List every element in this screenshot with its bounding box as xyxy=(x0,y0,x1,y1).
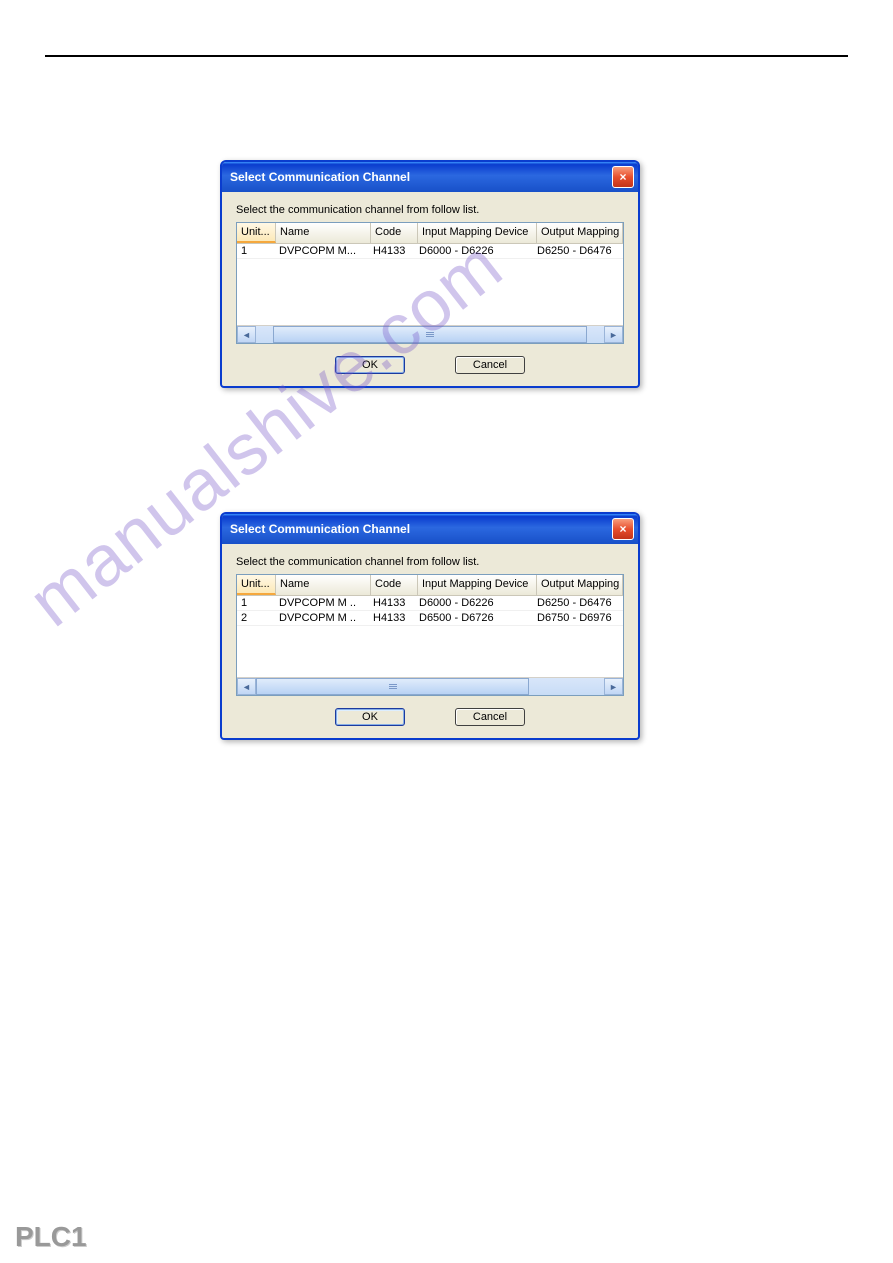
list-item[interactable]: 2 DVPCOPM M .. H4133 D6500 - D6726 D6750… xyxy=(237,611,623,626)
instruction-label: Select the communication channel from fo… xyxy=(236,204,624,216)
col-header-name[interactable]: Name xyxy=(276,575,371,595)
scroll-track[interactable] xyxy=(256,326,604,343)
ok-button[interactable]: OK xyxy=(335,356,405,374)
channel-list[interactable]: Unit... Name Code Input Mapping Device O… xyxy=(236,574,624,696)
cell-input: D6000 - D6226 xyxy=(415,244,533,258)
col-header-unit[interactable]: Unit... xyxy=(237,575,276,595)
chevron-left-icon: ◄ xyxy=(242,682,251,692)
col-header-output[interactable]: Output Mapping De xyxy=(537,575,623,595)
channel-list[interactable]: Unit... Name Code Input Mapping Device O… xyxy=(236,222,624,344)
list-item[interactable]: 1 DVPCOPM M... H4133 D6000 - D6226 D6250… xyxy=(237,244,623,259)
cell-name: DVPCOPM M .. xyxy=(275,611,369,625)
scroll-thumb[interactable] xyxy=(256,678,529,695)
chevron-left-icon: ◄ xyxy=(242,330,251,340)
cell-unit: 1 xyxy=(237,596,275,610)
ok-button[interactable]: OK xyxy=(335,708,405,726)
plc-logo: PLC1 xyxy=(15,1221,87,1253)
cell-unit: 2 xyxy=(237,611,275,625)
window-title: Select Communication Channel xyxy=(230,170,612,184)
chevron-right-icon: ► xyxy=(609,330,618,340)
close-icon: × xyxy=(619,170,626,184)
close-button[interactable]: × xyxy=(612,518,634,540)
col-header-input[interactable]: Input Mapping Device xyxy=(418,575,537,595)
list-header: Unit... Name Code Input Mapping Device O… xyxy=(237,223,623,244)
close-icon: × xyxy=(619,522,626,536)
cell-output: D6250 - D6476 xyxy=(533,244,623,258)
cell-code: H4133 xyxy=(369,611,415,625)
scroll-right-button[interactable]: ► xyxy=(604,326,623,343)
scroll-track[interactable] xyxy=(256,678,604,695)
col-header-unit[interactable]: Unit... xyxy=(237,223,276,243)
col-header-input[interactable]: Input Mapping Device xyxy=(418,223,537,243)
col-header-code[interactable]: Code xyxy=(371,575,418,595)
cell-code: H4133 xyxy=(369,244,415,258)
col-header-code[interactable]: Code xyxy=(371,223,418,243)
cell-name: DVPCOPM M .. xyxy=(275,596,369,610)
window-title: Select Communication Channel xyxy=(230,522,612,536)
cell-unit: 1 xyxy=(237,244,275,258)
page-rule xyxy=(45,55,848,57)
chevron-right-icon: ► xyxy=(609,682,618,692)
scroll-left-button[interactable]: ◄ xyxy=(237,326,256,343)
scroll-right-button[interactable]: ► xyxy=(604,678,623,695)
titlebar[interactable]: Select Communication Channel × xyxy=(222,514,638,544)
communication-dialog-1: Select Communication Channel × Select th… xyxy=(220,160,640,388)
col-header-name[interactable]: Name xyxy=(276,223,371,243)
cell-input: D6500 - D6726 xyxy=(415,611,533,625)
cell-input: D6000 - D6226 xyxy=(415,596,533,610)
horizontal-scrollbar[interactable]: ◄ ► xyxy=(237,677,623,695)
horizontal-scrollbar[interactable]: ◄ ► xyxy=(237,325,623,343)
communication-dialog-2: Select Communication Channel × Select th… xyxy=(220,512,640,740)
cell-name: DVPCOPM M... xyxy=(275,244,369,258)
cell-output: D6250 - D6476 xyxy=(533,596,623,610)
list-item[interactable]: 1 DVPCOPM M .. H4133 D6000 - D6226 D6250… xyxy=(237,596,623,611)
cell-code: H4133 xyxy=(369,596,415,610)
titlebar[interactable]: Select Communication Channel × xyxy=(222,162,638,192)
cancel-button[interactable]: Cancel xyxy=(455,356,525,374)
instruction-label: Select the communication channel from fo… xyxy=(236,556,624,568)
close-button[interactable]: × xyxy=(612,166,634,188)
cell-output: D6750 - D6976 xyxy=(533,611,623,625)
cancel-button[interactable]: Cancel xyxy=(455,708,525,726)
col-header-output[interactable]: Output Mapping De xyxy=(537,223,623,243)
list-header: Unit... Name Code Input Mapping Device O… xyxy=(237,575,623,596)
scroll-left-button[interactable]: ◄ xyxy=(237,678,256,695)
scroll-thumb[interactable] xyxy=(273,326,587,343)
